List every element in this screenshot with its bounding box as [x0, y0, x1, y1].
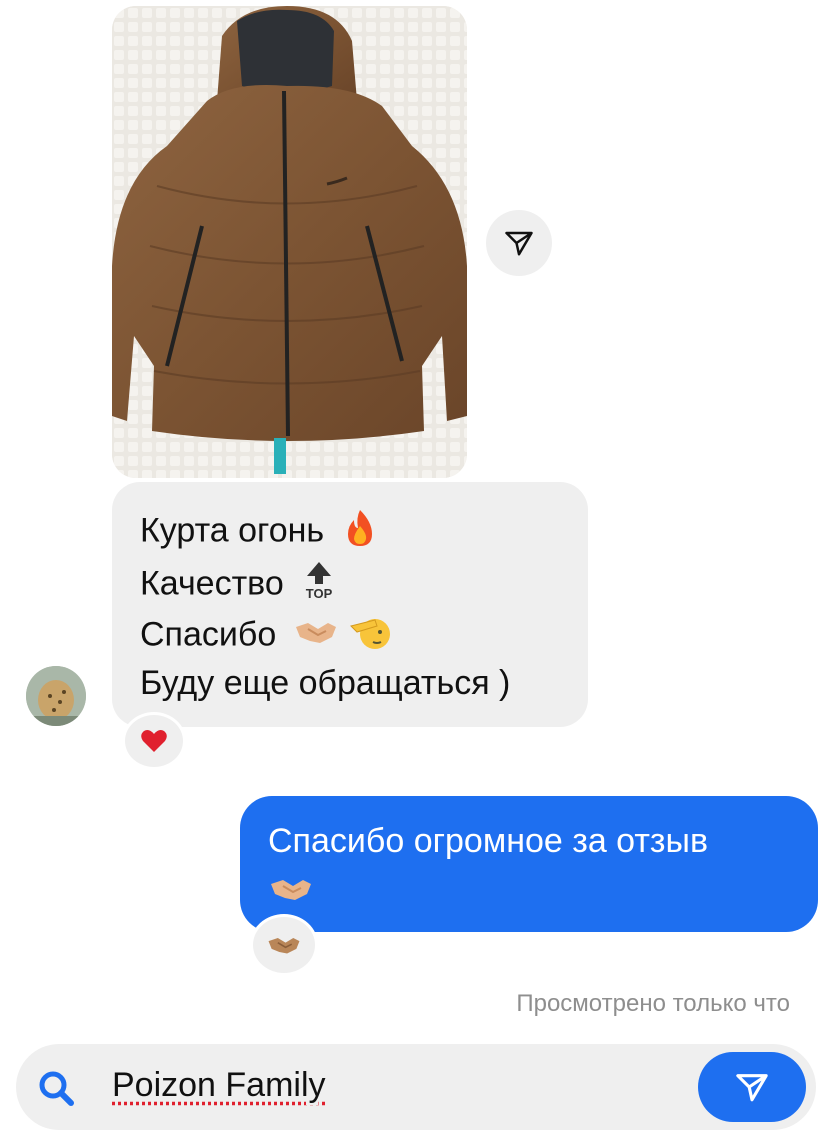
- message-line: Буду еще обращаться ): [140, 664, 510, 703]
- outgoing-message-text: Спасибо огромное за отзыв: [268, 822, 709, 860]
- incoming-message-bubble[interactable]: Курта огонь Качество TOP Спасибо Буду ещ…: [112, 482, 588, 727]
- jacket-photo-image: [112, 6, 467, 478]
- svg-text:TOP: TOP: [306, 586, 333, 601]
- red-heart-emoji: [141, 730, 167, 752]
- search-icon[interactable]: [34, 1066, 78, 1115]
- message-line-text: Буду еще обращаться ): [140, 664, 511, 702]
- avatar-image: [26, 666, 86, 726]
- message-photo[interactable]: [112, 6, 467, 478]
- message-line: Качество TOP: [140, 560, 337, 611]
- message-line: Курта огонь: [140, 508, 378, 557]
- outgoing-message-bubble[interactable]: Спасибо огромное за отзыв: [240, 796, 818, 932]
- message-input-value: Poizon Family: [112, 1066, 326, 1104]
- top-arrow-emoji: TOP: [301, 560, 337, 611]
- message-composer[interactable]: Poizon Family: [16, 1044, 816, 1130]
- handshake-emoji: [294, 617, 338, 656]
- share-button[interactable]: [486, 210, 552, 276]
- message-line: Спасибо: [140, 612, 391, 661]
- avatar[interactable]: [26, 666, 86, 726]
- message-input[interactable]: Poizon Family: [112, 1066, 326, 1105]
- message-line-text: Спасибо: [140, 615, 277, 654]
- handshake-emoji: [268, 938, 300, 954]
- message-line-text: Курта огонь: [140, 511, 325, 550]
- fire-emoji: [342, 508, 378, 557]
- handshake-reaction[interactable]: [250, 914, 318, 976]
- send-icon: [736, 1074, 768, 1102]
- heart-reaction[interactable]: [122, 712, 186, 770]
- handshake-emoji: [268, 874, 314, 909]
- message-line-text: Качество: [140, 564, 284, 603]
- send-icon: [505, 231, 533, 256]
- seen-status: Просмотрено только что: [516, 990, 790, 1017]
- saluting-face-emoji: [349, 612, 391, 661]
- send-button[interactable]: [698, 1052, 806, 1122]
